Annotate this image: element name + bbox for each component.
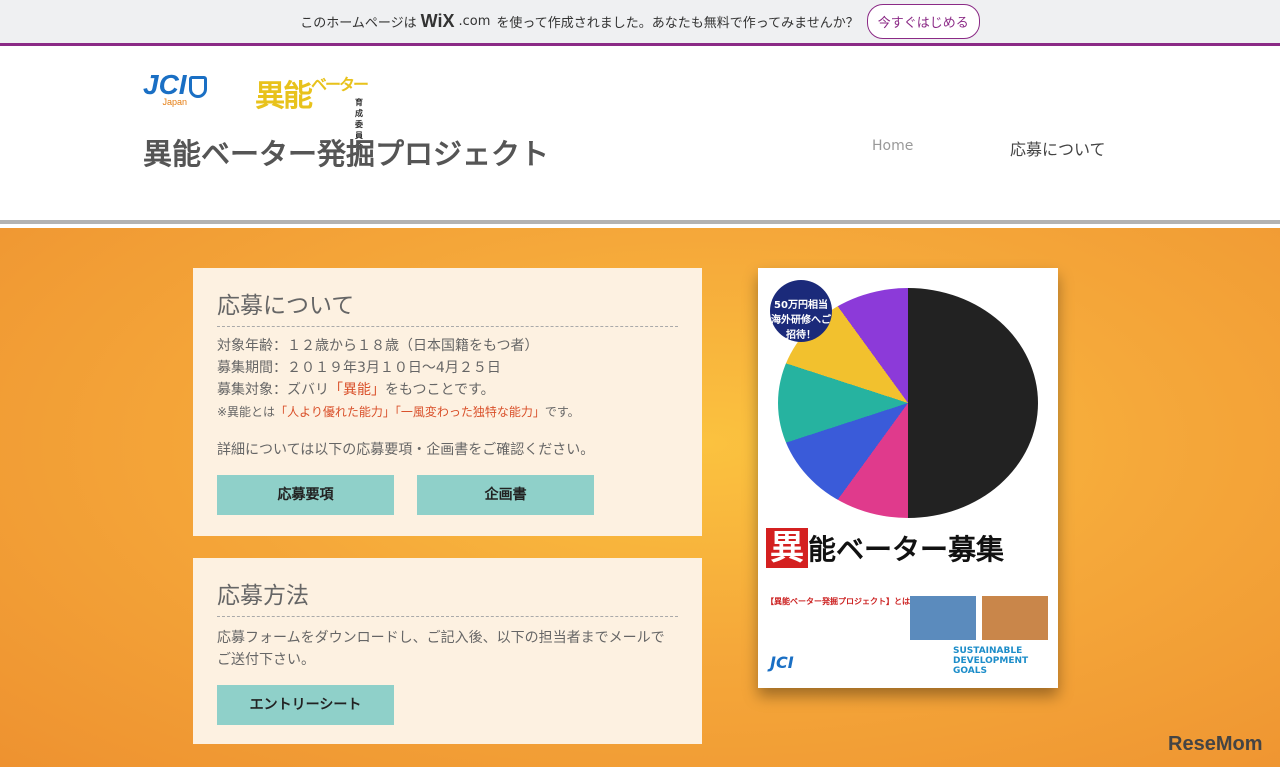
poster-photos bbox=[910, 596, 1048, 640]
note-highlight-1: 「人より優れた能力」 bbox=[275, 405, 395, 419]
target-suffix: をもつことです。 bbox=[385, 382, 495, 398]
method-card: 応募方法 応募フォームをダウンロードし、ご記入後、以下の担当者までメールでご送付… bbox=[193, 558, 702, 744]
note-highlight-2: 「一風変わった独特な能力」 bbox=[394, 405, 545, 419]
entry-sheet-button[interactable]: エントリーシート bbox=[217, 685, 394, 725]
poster-jci-logo: JCI bbox=[770, 653, 794, 672]
recruitment-poster[interactable]: 50万円相当 海外研修へご招待！ 異能ベーター募集 【異能ベーター発掘プロジェク… bbox=[758, 268, 1058, 688]
jci-logo-text: JCI bbox=[143, 69, 187, 100]
logo-inou: 異能 bbox=[255, 79, 313, 114]
nav-home[interactable]: Home bbox=[872, 138, 913, 154]
about-card: 応募について 対象年齢：１２歳から１８歳（日本国籍をもつ者） 募集期間：２０１９… bbox=[193, 268, 702, 536]
target-prefix: 募集対象：ズバリ bbox=[217, 382, 329, 398]
poster-badge: 50万円相当 海外研修へご招待！ bbox=[770, 280, 832, 342]
inou-beta-logo[interactable]: 異能ベーター 育成委員会 bbox=[255, 71, 369, 151]
method-text: 応募フォームをダウンロードし、ご記入後、以下の担当者までメールでご送付下さい。 bbox=[217, 630, 665, 668]
wix-banner-text-after: を使って作成されました。あなたも無料で作ってみませんか？ bbox=[496, 16, 859, 31]
wix-logo-com: .com bbox=[458, 14, 491, 29]
poster-sdg-logo: SUSTAINABLE DEVELOPMENT GOALS bbox=[953, 646, 1029, 676]
guidelines-button[interactable]: 応募要項 bbox=[217, 475, 394, 515]
wix-banner-text: このホームページは bbox=[300, 16, 417, 31]
about-note: ※異能とは「人より優れた能力」「一風変わった独特な能力」です。 bbox=[217, 401, 678, 423]
resemom-watermark: ReseMom bbox=[1168, 733, 1263, 755]
poster-title-rest: 能ベーター募集 bbox=[808, 533, 1005, 566]
poster-title: 異能ベーター募集 bbox=[766, 520, 1004, 569]
about-period: 募集期間：２０１９年3月１０日～4月２５日 bbox=[217, 360, 501, 376]
about-title: 応募について bbox=[217, 268, 678, 327]
jci-logo[interactable]: JCI Japan bbox=[143, 69, 207, 107]
site-title: 異能ベーター発掘プロジェクト bbox=[143, 137, 550, 171]
method-title: 応募方法 bbox=[217, 558, 678, 617]
jci-shield-icon bbox=[188, 75, 207, 98]
wix-logo: WiX bbox=[420, 11, 455, 31]
note-prefix: ※異能とは bbox=[217, 405, 276, 419]
logo-beta: ベーター bbox=[311, 75, 369, 94]
poster-subtitle: 【異能ベーター発掘プロジェクト】とは bbox=[766, 597, 910, 606]
wix-banner: このホームページは WiX .com を使って作成されました。あなたも無料で作っ… bbox=[0, 0, 1280, 46]
site-header: JCI Japan 異能ベーター 育成委員会 異能ベーター発掘プロジェクト Home… bbox=[0, 49, 1280, 224]
about-target: 募集対象：ズバリ「異能」をもつことです。 bbox=[217, 379, 678, 401]
about-age: 対象年齢：１２歳から１８歳（日本国籍をもつ者） bbox=[217, 338, 539, 354]
target-highlight: 「異能」 bbox=[329, 382, 385, 398]
poster-title-i: 異 bbox=[766, 528, 808, 568]
start-now-button[interactable]: 今すぐはじめる bbox=[866, 4, 980, 39]
nav-apply[interactable]: 応募について bbox=[1010, 136, 1106, 160]
about-details: 詳細については以下の応募要項・企画書をご確認ください。 bbox=[217, 442, 595, 458]
proposal-button[interactable]: 企画書 bbox=[417, 475, 595, 515]
note-suffix: です。 bbox=[544, 405, 580, 419]
